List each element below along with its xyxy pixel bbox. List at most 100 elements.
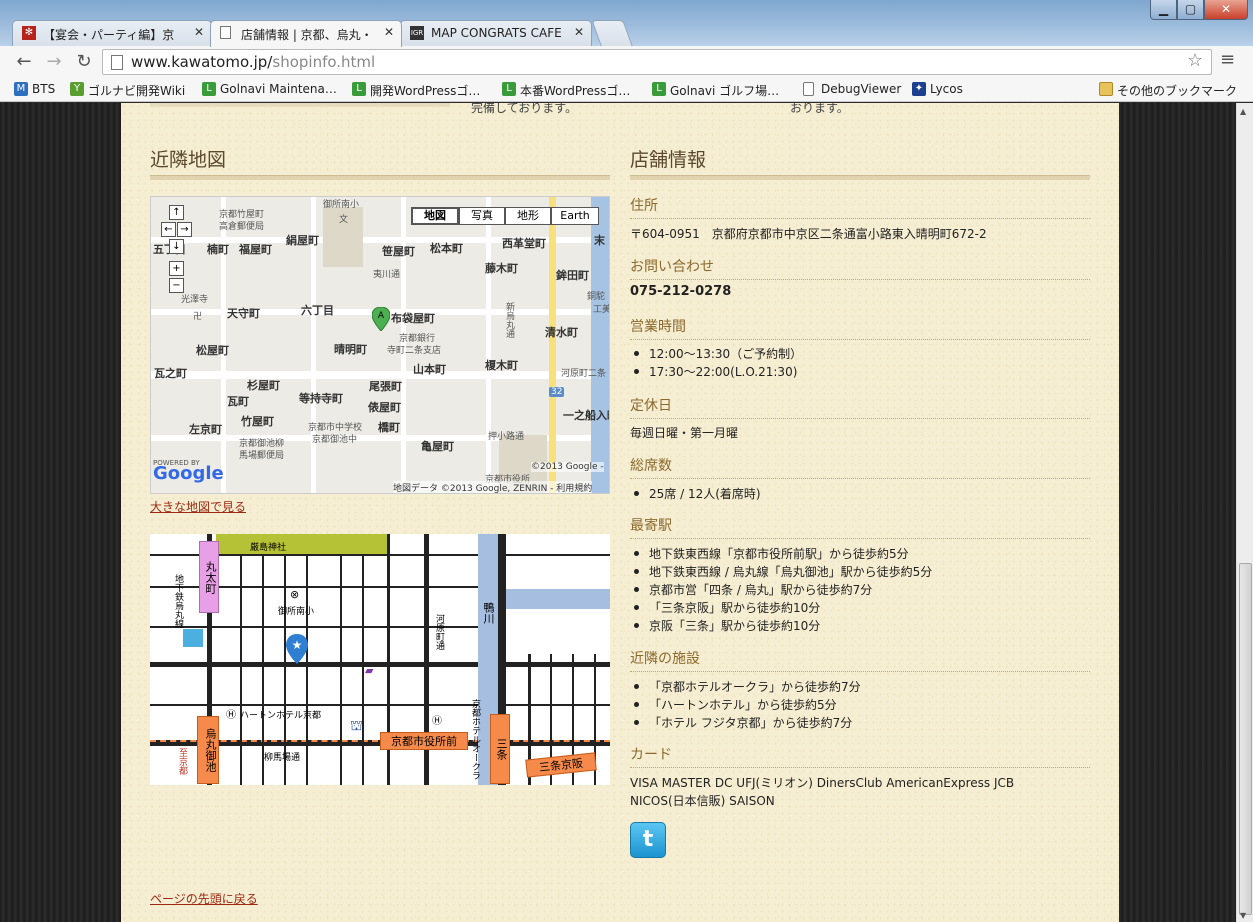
hotel-icon: Ⓗ bbox=[432, 716, 442, 727]
pan-down-button[interactable]: ↓ bbox=[169, 239, 184, 254]
shop-info-title: 店舗情報 bbox=[630, 149, 707, 171]
new-tab-button[interactable] bbox=[591, 20, 633, 46]
list-item: 地下鉄東西線「京都市役所前駅」から徒歩約5分 bbox=[630, 545, 932, 563]
bookmark-golnavi-maintenance[interactable]: L Golnavi Maintena… bbox=[202, 82, 337, 96]
map-type-earth[interactable]: Earth bbox=[551, 207, 599, 225]
map-marker-icon[interactable]: A bbox=[372, 307, 390, 331]
m-logo-icon: M bbox=[14, 82, 28, 96]
tab-congrats-cafe[interactable]: IGR MAP CONGRATS CAFE ✕ bbox=[400, 20, 592, 46]
close-window-button[interactable]: ✕ bbox=[1204, 0, 1248, 20]
shrine-block bbox=[216, 534, 387, 554]
address-text: 〒604-0951 京都府京都市中京区二条通富小路東入晴明町672-2 bbox=[630, 227, 987, 241]
golnavi-icon: L bbox=[202, 82, 216, 96]
google-logo: Google bbox=[153, 463, 224, 484]
map-attribution[interactable]: 地図データ ©2013 Google, ZENRIN - 利用規約 bbox=[393, 481, 593, 493]
site-favicon-icon: ✻ bbox=[22, 26, 36, 40]
facilities-list: 「京都ホテルオークラ」から徒歩約7分 「ハートンホテル」から徒歩約5分 「ホテル… bbox=[630, 678, 861, 732]
bookmark-bts[interactable]: M BTS bbox=[14, 82, 55, 96]
list-item: 「京都ホテルオークラ」から徒歩約7分 bbox=[630, 678, 861, 696]
marutamachi-station: 丸太町 bbox=[199, 541, 219, 613]
pan-left-button[interactable]: ← bbox=[161, 222, 176, 237]
holiday-heading: 定休日 bbox=[630, 395, 1090, 419]
card-heading: カード bbox=[630, 744, 1090, 768]
card-text-line1: VISA MASTER DC UFJ(ミリオン) DinersClub Amer… bbox=[630, 776, 1015, 790]
window-titlebar: ✻ 【宴会・パーティ編】京 ✕ 店舗情報 | 京都、烏丸・ ✕ IGR MAP … bbox=[0, 0, 1253, 47]
page-content: 完備しております。 おります。 近隣地図 京都竹屋町 高倉郵便局 御所南小 文 … bbox=[121, 103, 1119, 922]
bookmark-golnavi-golf[interactable]: L Golnavi ゴルフ場… bbox=[652, 82, 779, 99]
twitter-icon[interactable]: t bbox=[630, 822, 666, 858]
menu-icon[interactable]: ≡ bbox=[1220, 49, 1235, 70]
river-branch bbox=[506, 589, 610, 609]
page-scrollbar[interactable]: ▲ ▼ bbox=[1236, 103, 1253, 922]
folder-icon bbox=[1099, 82, 1113, 96]
seats-heading: 総席数 bbox=[630, 455, 1090, 479]
section-divider bbox=[630, 175, 1090, 180]
map-type-terrain[interactable]: 地形 bbox=[505, 207, 551, 225]
kawaramachi-road bbox=[549, 197, 556, 493]
page-icon bbox=[803, 82, 814, 96]
cut-off-text: おります。 bbox=[790, 103, 849, 115]
tab-banquet[interactable]: ✻ 【宴会・パーティ編】京 ✕ bbox=[12, 20, 212, 46]
minimize-button[interactable]: ▁ bbox=[1150, 0, 1177, 20]
hours-heading: 営業時間 bbox=[630, 316, 1090, 340]
google-map[interactable]: 京都竹屋町 高倉郵便局 御所南小 文 楠町 福屋町 絹屋町 笹屋町 松本町 西革… bbox=[150, 196, 610, 494]
sanjo-station: 三条 bbox=[490, 714, 510, 784]
bookmark-dev-wordpress[interactable]: L 開発WordPressゴ… bbox=[352, 82, 480, 99]
large-map-link[interactable]: 大きな地図で見る bbox=[150, 498, 246, 515]
station-list: 地下鉄東西線「京都市役所前駅」から徒歩約5分 地下鉄東西線 / 烏丸線「烏丸御池… bbox=[630, 545, 932, 635]
tab-shopinfo[interactable]: 店舗情報 | 京都、烏丸・ ✕ bbox=[210, 20, 402, 47]
access-map: 厳島神社 丸太町 烏丸御池 京都市役所前 三条 三条京阪 地下鉄烏丸線 御所南小… bbox=[150, 534, 610, 785]
list-item: 「三条京阪」駅から徒歩約10分 bbox=[630, 599, 932, 617]
shop-location-icon: ★ bbox=[286, 634, 308, 664]
maximize-button[interactable]: ▢ bbox=[1177, 0, 1204, 20]
list-item: 25席 / 12人(着席時) bbox=[630, 485, 761, 503]
back-to-top-link[interactable]: ページの先頭に戻る bbox=[150, 890, 258, 907]
page-icon bbox=[111, 55, 123, 70]
bookmark-prod-wordpress[interactable]: L 本番WordPressゴ… bbox=[502, 82, 630, 99]
close-tab-icon[interactable]: ✕ bbox=[194, 25, 204, 39]
hotel-icon: Ⓗ bbox=[226, 710, 236, 721]
contact-heading: お問い合わせ bbox=[630, 256, 1090, 280]
map-type-map[interactable]: 地図 bbox=[411, 207, 459, 225]
page-viewport: 完備しております。 おります。 近隣地図 京都竹屋町 高倉郵便局 御所南小 文 … bbox=[0, 103, 1236, 922]
scrollbar-thumb[interactable] bbox=[1239, 563, 1252, 915]
list-item: 地下鉄東西線 / 烏丸線「烏丸御池」駅から徒歩約5分 bbox=[630, 563, 932, 581]
map-road bbox=[486, 197, 491, 493]
other-bookmarks[interactable]: その他のブックマーク bbox=[1099, 82, 1237, 99]
close-tab-icon[interactable]: ✕ bbox=[384, 25, 394, 39]
bookmark-debugviewer[interactable]: DebugViewer bbox=[803, 82, 901, 96]
list-item: 「ホテル フジタ京都」から徒歩約7分 bbox=[630, 714, 861, 732]
forward-arrow-icon[interactable]: → bbox=[42, 50, 66, 74]
svg-text:★: ★ bbox=[292, 638, 303, 652]
phone-number[interactable]: 075-212-0278 bbox=[630, 284, 731, 299]
reload-icon[interactable]: ↻ bbox=[72, 50, 96, 74]
scroll-up-icon[interactable]: ▲ bbox=[1240, 107, 1246, 116]
bookmark-star-icon[interactable]: ☆ bbox=[1187, 50, 1203, 71]
holiday-text: 毎週日曜・第一月曜 bbox=[630, 426, 739, 440]
school-icon: ⊗ bbox=[290, 588, 300, 601]
back-arrow-icon[interactable]: ← bbox=[12, 50, 36, 74]
bookmarks-bar: M BTS Y ゴルナビ開発Wiki L Golnavi Maintena… L 開発W… bbox=[0, 78, 1253, 102]
bookmark-lycos[interactable]: ✦ Lycos bbox=[912, 82, 963, 96]
bookmark-golnavi-wiki[interactable]: Y ゴルナビ開発Wiki bbox=[70, 82, 185, 99]
page-icon bbox=[220, 26, 231, 39]
wiki-icon: Y bbox=[70, 82, 84, 96]
list-item: 17:30〜22:00(L.O.21:30) bbox=[630, 363, 802, 381]
pan-up-button[interactable]: ↑ bbox=[169, 205, 184, 220]
card-text-line2: NICOS(日本信販) SAISON bbox=[630, 794, 775, 808]
golnavi-icon: L bbox=[352, 82, 366, 96]
shop-sign-icon: ▰ bbox=[365, 664, 374, 677]
convenience-store-icon bbox=[183, 629, 203, 647]
list-item: 京都市営「四条 / 烏丸」駅から徒歩約7分 bbox=[630, 581, 932, 599]
map-type-satellite[interactable]: 写真 bbox=[459, 207, 505, 225]
list-item: 京阪「三条」駅から徒歩約10分 bbox=[630, 617, 932, 635]
station-heading: 最寄駅 bbox=[630, 515, 1090, 539]
address-bar[interactable]: www.kawatomo.jp/shopinfo.html bbox=[102, 49, 1212, 75]
zoom-in-button[interactable]: + bbox=[169, 261, 184, 276]
cut-off-text: 完備しております。 bbox=[471, 103, 578, 115]
zoom-out-button[interactable]: − bbox=[169, 278, 184, 293]
pan-right-button[interactable]: → bbox=[177, 222, 192, 237]
scroll-down-icon[interactable]: ▼ bbox=[1240, 911, 1246, 920]
close-tab-icon[interactable]: ✕ bbox=[574, 25, 584, 39]
svg-text:A: A bbox=[378, 311, 385, 321]
